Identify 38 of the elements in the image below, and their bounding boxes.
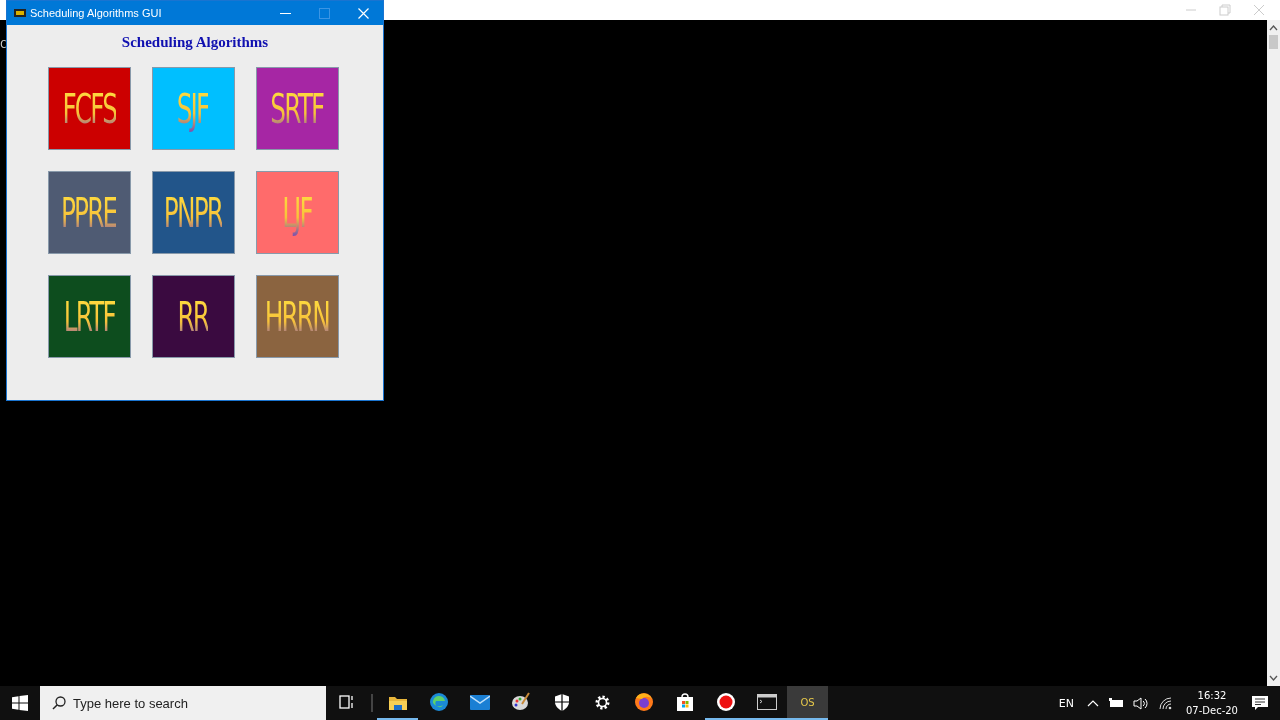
- scroll-down-icon[interactable]: [1269, 675, 1278, 681]
- algorithm-tile-button[interactable]: PNPR: [151, 171, 235, 254]
- language-indicator[interactable]: EN: [1058, 696, 1074, 710]
- algorithm-tile-button[interactable]: SRTF: [255, 67, 339, 150]
- app-label: OS: [800, 696, 815, 708]
- window-title: Scheduling Algorithms GUI: [30, 7, 163, 19]
- terminal-icon: [756, 694, 777, 710]
- scrollbar[interactable]: [1267, 20, 1280, 686]
- notification-icon[interactable]: [1252, 696, 1268, 710]
- algorithm-tile-button[interactable]: RR: [151, 275, 235, 358]
- console-text: C: [0, 38, 7, 51]
- battery-icon[interactable]: [1108, 698, 1123, 708]
- scroll-up-icon[interactable]: [1269, 25, 1278, 31]
- algorithm-tile-button[interactable]: HRRN: [255, 275, 339, 358]
- heading: Scheduling Algorithms: [121, 34, 269, 51]
- shield-icon: [554, 693, 569, 711]
- wifi-icon[interactable]: [1158, 696, 1173, 710]
- app-icon: [14, 9, 26, 17]
- algorithm-tile-button[interactable]: LRTF: [47, 275, 131, 358]
- browser-icon: [428, 692, 449, 712]
- scroll-thumb[interactable]: [1269, 35, 1278, 49]
- clock-date: 07-Dec-20: [1185, 704, 1238, 718]
- mail-icon: [469, 694, 490, 710]
- folder-icon: [388, 694, 407, 710]
- volume-icon[interactable]: [1132, 696, 1149, 710]
- paint-palette-icon: [510, 692, 531, 712]
- firefox-icon: [633, 692, 654, 712]
- record-icon: [715, 692, 736, 712]
- task-view-icon: [338, 695, 355, 709]
- taskbar-app-button[interactable]: OS: [787, 686, 828, 720]
- algorithm-tile-button[interactable]: FCFS: [47, 67, 131, 150]
- algorithm-tile-button[interactable]: PPRE: [47, 171, 131, 254]
- search-field[interactable]: Type here to search: [40, 686, 326, 720]
- clock-time: 16:32: [1197, 689, 1227, 703]
- settings-icon: [594, 693, 611, 711]
- store-bag-icon: [675, 693, 694, 711]
- chevron-up-icon[interactable]: [1086, 699, 1099, 707]
- windows-start-icon[interactable]: [12, 695, 28, 711]
